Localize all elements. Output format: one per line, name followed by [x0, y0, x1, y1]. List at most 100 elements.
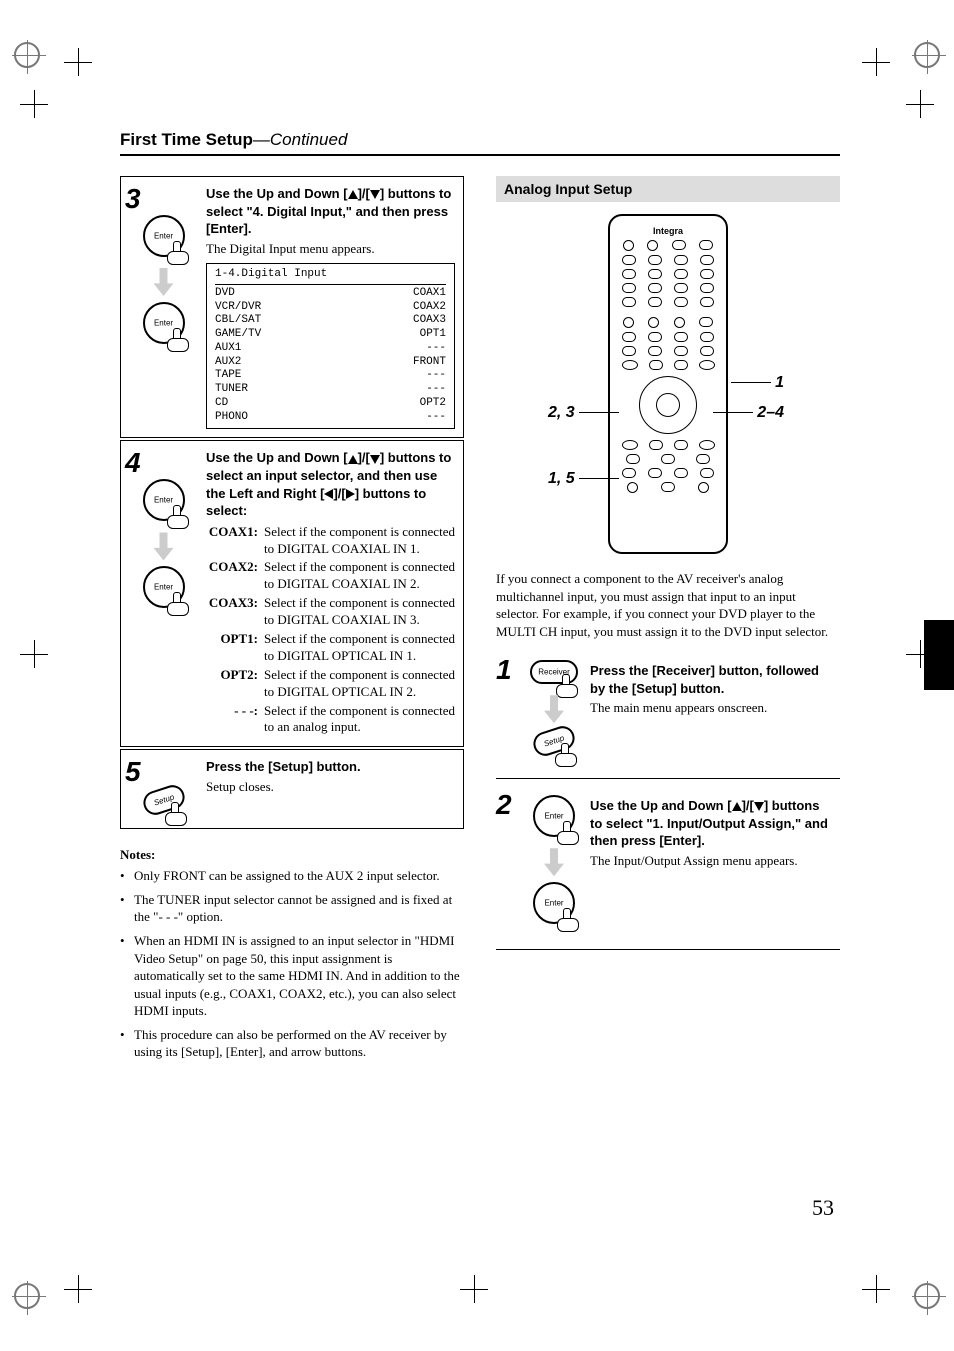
right-step-2: 2 U: [496, 789, 840, 950]
hand-icon: [165, 802, 189, 826]
text: ]/[: [333, 486, 345, 501]
arrow-down-icon: [544, 695, 564, 723]
option-text: Select if the component is connected to …: [264, 559, 455, 593]
text: ]/[: [742, 798, 754, 813]
option-label: COAX1:: [206, 524, 264, 558]
step-5-instruction: Press the [Setup] button.: [206, 758, 455, 776]
menu-row: TAPE---: [215, 369, 446, 383]
page-header: First Time Setup—Continued: [120, 130, 840, 156]
hand-icon: [167, 505, 191, 529]
hand-icon: [556, 674, 580, 698]
option-text: Select if the component is connected to …: [264, 667, 455, 701]
option-label: OPT1:: [206, 631, 264, 665]
menu-row: AUX2FRONT: [215, 356, 446, 370]
menu-row: CBL/SATCOAX3: [215, 314, 446, 328]
text: ]/[: [358, 186, 370, 201]
callout-1: 1: [731, 374, 784, 392]
page-number: 53: [812, 1195, 834, 1221]
crop-mark: [20, 90, 48, 118]
step-3-instruction: Use the Up and Down []/[] buttons to sel…: [206, 185, 455, 238]
arrow-down-icon: [154, 532, 174, 560]
right-step-1: 1 Press the [Rec: [496, 654, 840, 779]
step-4-options: COAX1:Select if the component is connect…: [206, 524, 455, 737]
note-text: This procedure can also be performed on …: [134, 1026, 464, 1061]
menu-row: VCR/DVRCOAX2: [215, 301, 446, 315]
down-arrow-icon: [370, 455, 380, 464]
up-arrow-icon: [732, 802, 742, 811]
crop-mark: [906, 90, 934, 118]
option-label: OPT2:: [206, 667, 264, 701]
step-3-result: The Digital Input menu appears.: [206, 240, 455, 258]
step-3: 3 Use the Up: [120, 176, 464, 438]
notes-heading: Notes:: [120, 847, 464, 863]
text: ]/[: [358, 450, 370, 465]
callout-2-4: 2–4: [713, 404, 784, 422]
bullet: •: [120, 891, 134, 926]
up-arrow-icon: [348, 190, 358, 199]
remote-brand: Integra: [616, 226, 720, 236]
menu-row: AUX1---: [215, 342, 446, 356]
left-column: 3 Use the Up: [120, 176, 464, 1067]
header-title: First Time Setup: [120, 130, 253, 149]
header-continued: —Continued: [253, 130, 348, 149]
step-number: 5: [125, 756, 202, 788]
dpad-icon: [639, 376, 697, 434]
registration-mark: [914, 1283, 940, 1309]
step-5-result: Setup closes.: [206, 778, 455, 796]
step-4-instruction: Use the Up and Down []/[] buttons to sel…: [206, 449, 455, 519]
digital-input-menu: 1-4.Digital Input DVDCOAX1 VCR/DVRCOAX2 …: [206, 263, 455, 429]
note-text: Only FRONT can be assigned to the AUX 2 …: [134, 867, 464, 885]
step-5: 5 Press the [Setup] button. Setup closes…: [120, 749, 464, 829]
remote-diagram: Integra 2, 3 1, 5: [496, 214, 840, 554]
bullet: •: [120, 867, 134, 885]
menu-row: GAME/TVOPT1: [215, 328, 446, 342]
crop-mark: [862, 1275, 890, 1303]
callout-1-5: 1, 5: [548, 470, 619, 488]
step-number: 2: [496, 789, 518, 935]
registration-mark: [914, 42, 940, 68]
right-step-2-result: The Input/Output Assign menu appears.: [590, 852, 832, 870]
text: Use the Up and Down [: [590, 798, 732, 813]
text: Use the Up and Down [: [206, 450, 348, 465]
section-heading: Analog Input Setup: [496, 176, 840, 202]
option-text: Select if the component is connected to …: [264, 703, 455, 737]
analog-intro-paragraph: If you connect a component to the AV rec…: [496, 570, 840, 640]
bullet: •: [120, 932, 134, 1020]
hand-icon: [555, 743, 579, 767]
menu-row: PHONO---: [215, 411, 446, 425]
registration-mark: [14, 42, 40, 68]
note-text: The TUNER input selector cannot be assig…: [134, 891, 464, 926]
registration-mark: [14, 1283, 40, 1309]
remote-control-icon: Integra 2, 3 1, 5: [608, 214, 728, 554]
hand-icon: [167, 241, 191, 265]
note-text: When an HDMI IN is assigned to an input …: [134, 932, 464, 1020]
right-step-1-instruction: Press the [Receiver] button, followed by…: [590, 662, 832, 697]
notes-section: Notes: •Only FRONT can be assigned to th…: [120, 847, 464, 1060]
bullet: •: [120, 1026, 134, 1061]
step-number: 4: [125, 447, 202, 479]
right-step-1-result: The main menu appears onscreen.: [590, 699, 832, 717]
right-step-2-instruction: Use the Up and Down []/[] buttons to sel…: [590, 797, 832, 850]
menu-row: DVDCOAX1: [215, 287, 446, 301]
hand-icon: [167, 592, 191, 616]
up-arrow-icon: [348, 455, 358, 464]
page-content: First Time Setup—Continued 3: [120, 130, 840, 1067]
down-arrow-icon: [370, 190, 380, 199]
hand-icon: [557, 821, 581, 845]
crop-mark: [20, 640, 48, 668]
right-column: Analog Input Setup Integra: [496, 176, 840, 1067]
crop-mark: [64, 48, 92, 76]
hand-icon: [167, 328, 191, 352]
arrow-down-icon: [544, 848, 564, 876]
arrow-down-icon: [154, 268, 174, 296]
crop-mark: [64, 1275, 92, 1303]
step-number: 3: [125, 183, 202, 215]
callout-2-3: 2, 3: [548, 404, 619, 422]
menu-title: 1-4.Digital Input: [215, 268, 446, 285]
step-number: 1: [496, 654, 518, 764]
option-text: Select if the component is connected to …: [264, 524, 455, 558]
hand-icon: [557, 908, 581, 932]
option-label: COAX2:: [206, 559, 264, 593]
option-label: - - -:: [206, 703, 264, 737]
option-label: COAX3:: [206, 595, 264, 629]
